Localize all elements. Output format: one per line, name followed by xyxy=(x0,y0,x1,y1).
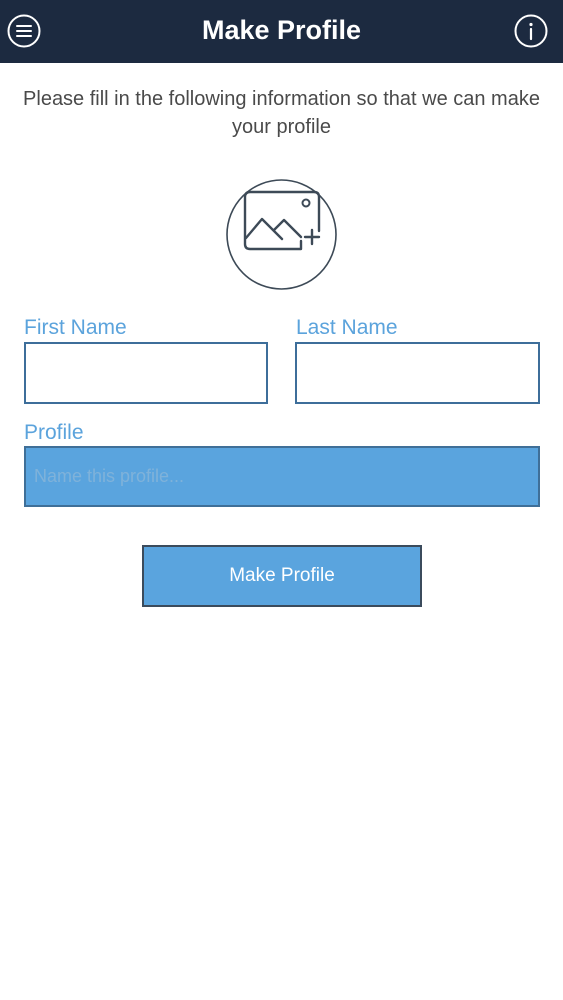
last-name-label: Last Name xyxy=(296,316,398,339)
page-title: Make Profile xyxy=(201,15,362,45)
intro-text: Please fill in the following information… xyxy=(23,88,540,138)
last-name-input[interactable] xyxy=(295,342,540,404)
profile-name-input[interactable] xyxy=(24,446,540,507)
app-header: Make Profile xyxy=(0,0,563,63)
add-photo-button[interactable] xyxy=(226,179,337,290)
profile-label: Profile xyxy=(24,421,84,444)
info-button[interactable] xyxy=(514,14,548,48)
first-name-input[interactable] xyxy=(24,342,268,404)
info-icon xyxy=(514,14,548,48)
add-photo-icon xyxy=(226,179,337,290)
make-profile-button[interactable]: Make Profile xyxy=(142,545,422,607)
first-name-label: First Name xyxy=(24,316,127,339)
